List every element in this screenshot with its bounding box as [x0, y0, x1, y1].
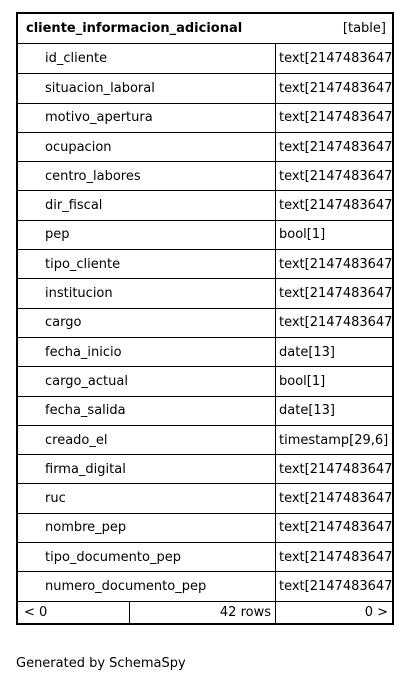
column-type: date[13] — [279, 344, 335, 360]
column-type: text[2147483647] — [279, 315, 392, 331]
column-name: firma_digital — [18, 455, 276, 484]
column-row: tipo_cliente text[2147483647] — [18, 249, 392, 279]
column-name: nombre_pep — [18, 513, 276, 543]
column-type: text[2147483647] — [279, 549, 392, 565]
column-type: text[2147483647] — [279, 110, 392, 126]
column-type: text[2147483647] — [279, 520, 392, 536]
column-type: text[2147483647] — [279, 578, 392, 594]
column-type: text[2147483647] — [279, 168, 392, 184]
column-name: centro_labores — [18, 162, 276, 191]
column-type: text[2147483647] — [279, 80, 392, 96]
column-name: cargo — [18, 308, 276, 337]
children-count: 0 > — [364, 604, 388, 620]
column-type: date[13] — [279, 403, 335, 419]
column-name: fecha_inicio — [18, 337, 276, 367]
column-name: institucion — [18, 279, 276, 308]
column-row: tipo_documento_pep text[2147483647] — [18, 542, 392, 572]
column-type: text[2147483647] — [279, 491, 392, 507]
column-name: ruc — [18, 484, 276, 513]
column-type: timestamp[29,6] — [279, 432, 389, 448]
column-name: situacion_laboral — [18, 74, 276, 103]
column-name: numero_documento_pep — [18, 572, 276, 601]
table-diagram: cliente_informacion_adicional [table] id… — [16, 12, 394, 625]
column-name: cargo_actual — [18, 367, 276, 396]
column-type: bool[1] — [279, 373, 326, 389]
column-name: id_cliente — [18, 44, 276, 74]
column-row: cargo_actual bool[1] — [18, 366, 392, 396]
column-row: cargo text[2147483647] — [18, 307, 392, 337]
table-header: cliente_informacion_adicional [table] — [18, 14, 392, 44]
column-type: text[2147483647] — [279, 461, 392, 477]
column-row: firma_digital text[2147483647] — [18, 454, 392, 484]
table-title: cliente_informacion_adicional — [26, 21, 243, 36]
column-type: text[2147483647] — [279, 51, 392, 67]
column-row: motivo_apertura text[2147483647] — [18, 102, 392, 132]
column-type: text[2147483647] — [279, 139, 392, 155]
column-row: fecha_salida date[13] — [18, 395, 392, 425]
column-type: text[2147483647] — [279, 256, 392, 272]
column-name: tipo_documento_pep — [18, 543, 276, 572]
row-count: 42 rows — [130, 601, 276, 623]
table-tag: [table] — [342, 21, 386, 36]
column-row: fecha_inicio date[13] — [18, 336, 392, 367]
column-row: numero_documento_pep text[2147483647] — [18, 571, 392, 601]
column-type: text[2147483647] — [279, 198, 392, 214]
column-name: pep — [18, 220, 276, 250]
column-name: ocupacion — [18, 132, 276, 162]
column-name: tipo_cliente — [18, 250, 276, 279]
column-name: dir_fiscal — [18, 191, 276, 220]
column-row: ruc text[2147483647] — [18, 483, 392, 513]
generated-by-text: Generated by SchemaSpy — [16, 656, 186, 671]
column-row: situacion_laboral text[2147483647] — [18, 73, 392, 103]
column-name: motivo_apertura — [18, 103, 276, 132]
column-row: centro_labores text[2147483647] — [18, 161, 392, 191]
table-footer: < 0 42 rows 0 > — [18, 600, 392, 623]
column-list: id_cliente text[2147483647] situacion_labo… — [18, 44, 392, 601]
column-row: pep bool[1] — [18, 219, 392, 250]
column-type: text[2147483647] — [279, 286, 392, 302]
column-name: creado_el — [18, 425, 276, 455]
column-row: ocupacion text[2147483647] — [18, 131, 392, 162]
column-row: creado_el timestamp[29,6] — [18, 424, 392, 455]
column-row: nombre_pep text[2147483647] — [18, 512, 392, 543]
column-row: dir_fiscal text[2147483647] — [18, 190, 392, 220]
parents-count: < 0 — [18, 601, 130, 623]
column-type: bool[1] — [279, 227, 326, 243]
column-row: institucion text[2147483647] — [18, 278, 392, 308]
column-row: id_cliente text[2147483647] — [18, 44, 392, 74]
column-name: fecha_salida — [18, 396, 276, 425]
